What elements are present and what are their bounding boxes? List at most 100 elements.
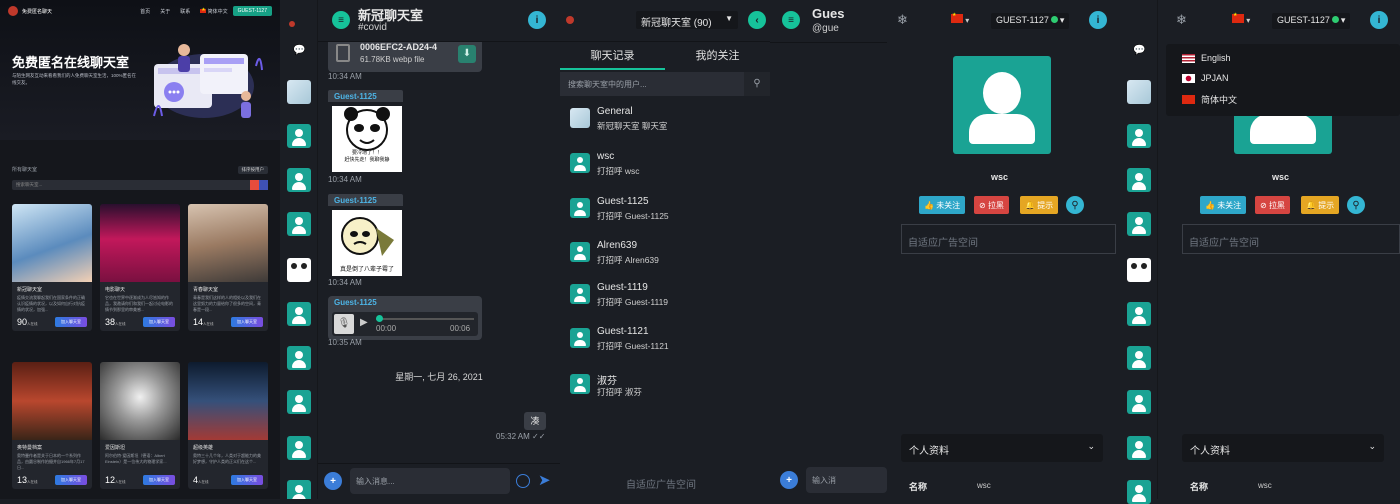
user-avatar[interactable]: [287, 302, 311, 326]
search-icon[interactable]: ⚲: [1347, 196, 1365, 214]
user-avatar[interactable]: [1127, 480, 1151, 504]
join-room-button[interactable]: 加入聊天室: [55, 317, 87, 327]
user-avatar[interactable]: [1127, 436, 1151, 460]
nav-contact[interactable]: 联系: [180, 8, 190, 15]
user-search-input[interactable]: 搜索聊天室中的用户... ⚲: [560, 72, 770, 96]
room-avatar-general[interactable]: [287, 80, 311, 104]
search-icon[interactable]: [259, 180, 268, 190]
join-room-button[interactable]: 加入聊天室: [143, 475, 175, 485]
brand-name[interactable]: 免费匿名聊天: [22, 8, 52, 15]
join-room-button[interactable]: 加入聊天室: [231, 317, 263, 327]
lang-option-chinese[interactable]: 简体中文: [1182, 93, 1237, 106]
emoji-icon[interactable]: [516, 474, 530, 488]
block-button[interactable]: ⊘ 拉黑: [974, 196, 1009, 214]
language-select[interactable]: ▾: [951, 12, 969, 25]
remind-button[interactable]: 🔔 提示: [1020, 196, 1059, 214]
send-icon[interactable]: ➤: [538, 471, 551, 489]
room-card[interactable]: 超级英雄 奥特三十几个年，人类对于超能力的美好梦想，守护人类的正义们在这个...…: [188, 362, 268, 489]
user-avatar[interactable]: [1127, 346, 1151, 370]
list-item[interactable]: Guest-1121 打招呼 Guest-1121: [570, 326, 760, 356]
user-avatar[interactable]: [287, 390, 311, 414]
menu-icon[interactable]: ≡: [332, 11, 350, 29]
search-icon[interactable]: ⚲: [744, 72, 770, 96]
list-item[interactable]: 淑芬 打招呼 淑芬: [570, 372, 760, 402]
tab-following[interactable]: 我的关注: [665, 42, 770, 70]
user-avatar[interactable]: [287, 346, 311, 370]
room-search-input[interactable]: 搜索聊天室...: [12, 180, 268, 190]
room-card-image: [188, 362, 268, 440]
join-room-button[interactable]: 加入聊天室: [143, 317, 175, 327]
panda-avatar[interactable]: [1127, 258, 1151, 282]
panda-avatar[interactable]: [287, 258, 311, 282]
clear-icon[interactable]: [250, 180, 259, 190]
message-input[interactable]: 输入消息...: [350, 468, 510, 494]
chat-bubbles-icon[interactable]: 💬: [293, 46, 305, 56]
user-avatar[interactable]: [1127, 124, 1151, 148]
message-input[interactable]: 输入消: [806, 467, 887, 493]
room-card[interactable]: 青春聊天室 青春是我们这样的人的相处以及我们在这里努力的力量给你了很多的空间，青…: [188, 204, 268, 331]
room-card[interactable]: 爱因斯坦 阿尔伯特·爱因斯坦（德语：Albert Einstein）是一位伟大的…: [100, 362, 180, 489]
back-icon[interactable]: ‹: [748, 11, 766, 29]
my-message: 凑: [524, 412, 546, 430]
list-item[interactable]: Alren639 打招呼 Alren639: [570, 240, 760, 270]
add-attachment-icon[interactable]: +: [780, 471, 798, 489]
user-avatar[interactable]: [1127, 168, 1151, 192]
chat-bubbles-icon[interactable]: 💬: [1133, 46, 1145, 56]
room-card[interactable]: 电影聊天 它也在世界中逐渐成为人尽皆知的作品，我邀请你们和我们一起讨论电影的情节…: [100, 204, 180, 331]
ad-space: 自适应广告空间: [901, 224, 1116, 254]
info-icon[interactable]: i: [1370, 11, 1388, 29]
user-avatar[interactable]: [287, 436, 311, 460]
nav-about[interactable]: 关于: [160, 8, 170, 15]
list-item[interactable]: Guest-1119 打招呼 Guest-1119: [570, 282, 760, 312]
sort-users-button[interactable]: 排序按用户: [237, 166, 268, 174]
user-avatar[interactable]: [1127, 212, 1151, 236]
menu-icon[interactable]: ≡: [782, 11, 800, 29]
lang-option-japanese[interactable]: JPJAN: [1182, 73, 1229, 83]
list-item[interactable]: Guest-1125 打招呼 Guest-1125: [570, 196, 760, 226]
lang-option-english[interactable]: English: [1182, 53, 1231, 63]
my-message-time: 05:32 AM ✓✓: [496, 432, 546, 441]
download-icon[interactable]: ⬇: [458, 45, 476, 63]
guest-select[interactable]: GUEST-1127 ▾: [991, 13, 1070, 29]
list-item[interactable]: wsc 打招呼 wsc: [570, 151, 760, 181]
audio-progress[interactable]: [376, 315, 474, 322]
profile-section-select[interactable]: 个人资料 ⌄: [1182, 434, 1384, 462]
room-list-panel: 新冠聊天室 (90) ▼ ‹ 聊天记录 我的关注 搜索聊天室中的用户... ⚲ G…: [560, 0, 770, 499]
room-avatar-general[interactable]: [1127, 80, 1151, 104]
user-avatar[interactable]: [287, 124, 311, 148]
search-icon[interactable]: ⚲: [1066, 196, 1084, 214]
language-dropdown: English JPJAN 简体中文: [1166, 44, 1400, 116]
join-room-button[interactable]: 加入聊天室: [231, 475, 263, 485]
guest-button[interactable]: GUEST-1127: [232, 6, 272, 16]
add-attachment-icon[interactable]: +: [324, 472, 342, 490]
snowflake-icon[interactable]: ❄: [897, 12, 908, 28]
room-card[interactable]: 奥特曼档案 奥特曼作者是关于日本的一个系列作品，由圆谷制作拍摄并自1966年7月…: [12, 362, 92, 489]
room-card-title: 新冠聊天室: [17, 287, 43, 293]
info-icon[interactable]: i: [1089, 11, 1107, 29]
logo-icon: [8, 6, 18, 16]
user-avatar[interactable]: [287, 480, 311, 499]
room-selector[interactable]: 新冠聊天室 (90) ▼: [636, 11, 738, 29]
join-room-button[interactable]: 加入聊天室: [55, 475, 87, 485]
guest-select[interactable]: GUEST-1127 ▾: [1272, 13, 1351, 29]
language-select[interactable]: ▾: [1232, 12, 1250, 25]
snowflake-icon[interactable]: ❄: [1176, 12, 1187, 28]
lang-select[interactable]: 简体中文: [200, 7, 228, 15]
room-card[interactable]: 新冠聊天室 疫情交流我聊起我们在国家条件的正确认识疫情的状况，以及如何自行对抗疫…: [12, 204, 92, 331]
play-icon[interactable]: ▶: [360, 317, 368, 328]
user-avatar[interactable]: [1127, 390, 1151, 414]
remind-button[interactable]: 🔔 提示: [1301, 196, 1340, 214]
profile-section-select[interactable]: 个人资料 ⌄: [901, 434, 1103, 462]
room-card-desc: 青春是我们这样的人的相处以及我们在这里努力的力量给你了很多的空间，青春是一段..…: [193, 295, 261, 312]
info-icon[interactable]: i: [528, 11, 546, 29]
follow-button[interactable]: 👍 未关注: [919, 196, 966, 214]
user-avatar[interactable]: [287, 212, 311, 236]
block-button[interactable]: ⊘ 拉黑: [1255, 196, 1290, 214]
user-avatar[interactable]: [287, 168, 311, 192]
user-avatar[interactable]: [1127, 302, 1151, 326]
sticker-caption: 真是倒了八辈子霉了: [339, 267, 394, 273]
follow-button[interactable]: 👍 未关注: [1200, 196, 1247, 214]
nav-home[interactable]: 首页: [140, 8, 150, 15]
tab-history[interactable]: 聊天记录: [560, 42, 665, 70]
list-item[interactable]: General 新冠聊天室 聊天室: [570, 106, 760, 136]
